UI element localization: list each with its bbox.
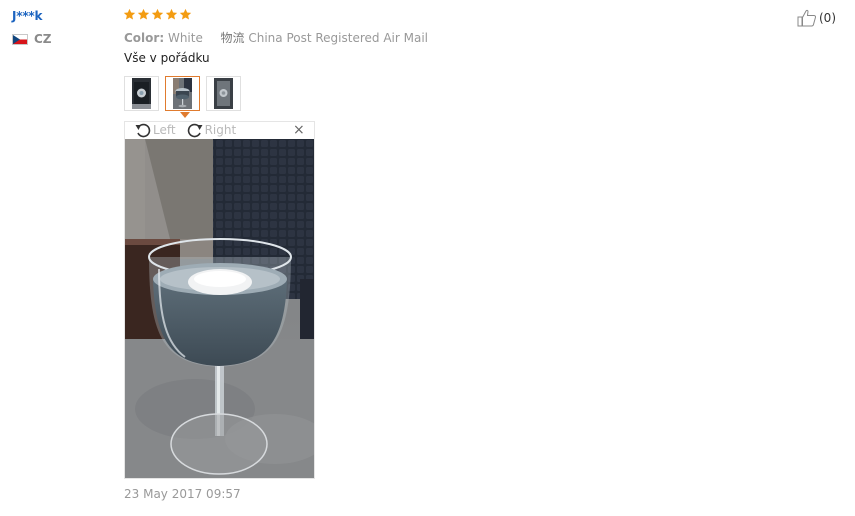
rotate-left-label: Left: [153, 123, 176, 137]
star-icon: [165, 8, 178, 21]
photo-thumbnail-1[interactable]: [124, 76, 159, 111]
active-thumbnail-indicator: [180, 112, 190, 118]
photo-thumbnail-2[interactable]: [165, 76, 200, 111]
star-icon: [123, 8, 136, 21]
logistics-label: 物流: [220, 31, 245, 45]
review-text: Vše v pořádku: [124, 51, 210, 65]
close-viewer-button[interactable]: ×: [293, 122, 305, 138]
logistics-value: China Post Registered Air Mail: [248, 31, 428, 45]
rotate-right-label: Right: [204, 123, 237, 137]
review-photo-thumbnails: [124, 76, 241, 111]
helpful-like-button[interactable]: (0): [797, 9, 836, 27]
star-icon: [151, 8, 164, 21]
star-rating: [123, 8, 192, 21]
rotate-left-icon: [134, 122, 152, 138]
thumbs-up-icon: [797, 9, 817, 27]
photo-viewer-toolbar: Left Right: [124, 121, 315, 139]
star-icon: [179, 8, 192, 21]
star-icon: [137, 8, 150, 21]
rotate-left-button[interactable]: Left: [134, 122, 176, 138]
rotate-right-icon: [186, 122, 204, 138]
reviewer-country: CZ: [34, 32, 52, 46]
reviewer-name: J***k: [12, 9, 43, 23]
color-label: Color:: [124, 31, 165, 45]
review-meta: Color: White 物流 China Post Registered Ai…: [124, 29, 428, 46]
photo-thumbnail-3[interactable]: [206, 76, 241, 111]
review-date: 23 May 2017 09:57: [124, 487, 241, 501]
rotate-right-button[interactable]: Right: [186, 122, 237, 138]
review-photo-large: [125, 139, 314, 478]
color-value: White: [167, 31, 203, 45]
like-count: (0): [819, 11, 836, 25]
czech-flag-icon: [12, 34, 28, 45]
